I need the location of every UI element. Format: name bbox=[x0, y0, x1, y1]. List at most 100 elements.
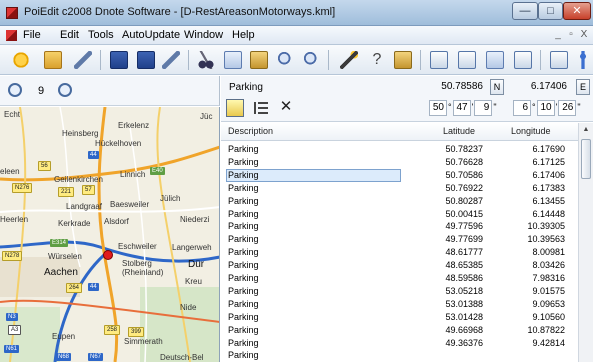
menu-edit[interactable]: Edit bbox=[60, 29, 79, 41]
maximize-button[interactable]: □ bbox=[538, 2, 563, 20]
table-row[interactable]: Parking 49.36376 9.42814 bbox=[221, 337, 578, 350]
table-row[interactable]: Parking 48.59586 7.98316 bbox=[221, 272, 578, 285]
scroll-up-icon[interactable]: ▲ bbox=[581, 125, 591, 135]
column-latitude[interactable]: Latitude bbox=[443, 126, 475, 136]
scroll-thumb[interactable] bbox=[581, 139, 591, 179]
open-folder-icon[interactable] bbox=[44, 51, 62, 69]
cell-description: Parking bbox=[228, 234, 259, 245]
horizontal-panel-icon[interactable] bbox=[430, 51, 448, 69]
map-label: Heinsberg bbox=[62, 129, 99, 138]
column-description[interactable]: Description bbox=[228, 126, 273, 136]
menu-autoupdate[interactable]: AutoUpdate bbox=[122, 29, 180, 41]
edit-point-icon[interactable] bbox=[226, 99, 244, 117]
table-row[interactable]: Parking 53.05218 9.01575 bbox=[221, 285, 578, 298]
lon-seconds-input[interactable]: 26 bbox=[558, 100, 577, 116]
menu-tools[interactable]: Tools bbox=[88, 29, 114, 41]
wand-icon[interactable] bbox=[340, 51, 358, 69]
lat-seconds-input[interactable]: 9 bbox=[474, 100, 493, 116]
edit-icon[interactable] bbox=[74, 51, 92, 69]
table-row[interactable]: Parking 50.76628 6.17125 bbox=[221, 156, 578, 169]
map-label: Nide bbox=[180, 303, 197, 312]
poi-list[interactable]: Description Latitude Longitude Parking 50… bbox=[221, 123, 578, 362]
map-label: Stolberg (Rheinland) bbox=[122, 259, 164, 277]
table-row[interactable]: Parking 50.76922 6.17383 bbox=[221, 182, 578, 195]
cell-longitude: 10.39563 bbox=[527, 234, 565, 245]
delete-icon[interactable]: ✕ bbox=[278, 99, 294, 115]
road-badge: N3 bbox=[6, 313, 18, 321]
menu-window[interactable]: Window bbox=[184, 29, 223, 41]
table-row[interactable]: Parking 49.77699 10.39563 bbox=[221, 233, 578, 246]
map-view[interactable]: Echt Erkelenz Heinsberg Hückelhoven elee… bbox=[0, 107, 220, 362]
mdi-restore-button[interactable]: ▫ bbox=[565, 29, 577, 41]
save-as-icon[interactable] bbox=[137, 51, 155, 69]
lat-degrees-input[interactable]: 50 bbox=[429, 100, 447, 116]
find-icon[interactable] bbox=[277, 51, 295, 69]
lon-minutes-input[interactable]: 10 bbox=[536, 100, 555, 116]
north-south-button[interactable]: N bbox=[490, 79, 504, 95]
table-row[interactable]: Parking 50.00415 6.14448 bbox=[221, 208, 578, 221]
toolbar-separator bbox=[540, 50, 541, 70]
info-icon[interactable] bbox=[574, 51, 592, 69]
latitude-input[interactable]: 50.78586 bbox=[429, 80, 487, 96]
save-edit-icon[interactable] bbox=[162, 51, 180, 69]
window-icon[interactable] bbox=[514, 51, 532, 69]
cell-longitude: 6.14448 bbox=[532, 208, 565, 219]
minimize-button[interactable]: — bbox=[512, 2, 538, 20]
zoom-level: 9 bbox=[38, 85, 45, 97]
map-pin-icon[interactable] bbox=[103, 250, 113, 260]
copy-icon[interactable] bbox=[224, 51, 242, 69]
cut-icon[interactable] bbox=[197, 51, 215, 69]
road-badge: E40 bbox=[150, 167, 165, 175]
cell-description: Parking bbox=[228, 208, 259, 219]
clipboard-icon[interactable] bbox=[394, 51, 412, 69]
lon-degrees-input[interactable]: 6 bbox=[513, 100, 531, 116]
cell-longitude: 6.17690 bbox=[532, 144, 565, 154]
app-icon[interactable] bbox=[6, 7, 18, 19]
map-label: Eupen bbox=[52, 332, 76, 341]
close-button[interactable]: ✕ bbox=[563, 2, 591, 20]
table-row[interactable]: Parking bbox=[221, 349, 578, 362]
save-icon[interactable] bbox=[110, 51, 128, 69]
cell-latitude: 53.05218 bbox=[445, 285, 483, 296]
mdi-minimize-button[interactable]: _ bbox=[552, 29, 564, 41]
table-row[interactable]: Parking 53.01388 9.09653 bbox=[221, 298, 578, 311]
table-row[interactable]: Parking 53.01428 9.10560 bbox=[221, 311, 578, 324]
find-next-icon[interactable] bbox=[303, 51, 321, 69]
table-row[interactable]: Parking 50.70586 6.17406 bbox=[221, 168, 578, 182]
cell-description: Parking bbox=[228, 247, 259, 258]
new-icon[interactable] bbox=[12, 51, 30, 69]
column-longitude[interactable]: Longitude bbox=[511, 126, 551, 136]
cell-description: Parking bbox=[228, 337, 259, 348]
list-scrollbar[interactable]: ▲ bbox=[578, 123, 593, 362]
zoom-in-icon[interactable] bbox=[58, 83, 72, 97]
lat-minutes-input[interactable]: 47 bbox=[452, 100, 471, 116]
table-row[interactable]: Parking 49.66968 10.87822 bbox=[221, 324, 578, 337]
cell-longitude: 9.09653 bbox=[532, 298, 565, 309]
map-label: Landgraaf bbox=[66, 202, 103, 211]
name-input[interactable]: Parking bbox=[225, 80, 425, 96]
cell-longitude: 8.03426 bbox=[532, 260, 565, 271]
cell-description: Parking bbox=[228, 273, 259, 283]
mdi-close-button[interactable]: X bbox=[578, 29, 590, 41]
table-row[interactable]: Parking 50.78237 6.17690 bbox=[221, 143, 578, 156]
help-icon[interactable]: ? bbox=[368, 51, 386, 69]
menu-help[interactable]: Help bbox=[232, 29, 255, 41]
document-icon[interactable] bbox=[6, 30, 17, 41]
table-row[interactable]: Parking 49.77596 10.39305 bbox=[221, 220, 578, 233]
cell-longitude: 9.10560 bbox=[532, 311, 565, 322]
table-row[interactable]: Parking 48.61777 8.00981 bbox=[221, 246, 578, 259]
cell-description: Parking bbox=[228, 350, 259, 361]
east-west-button[interactable]: E bbox=[576, 79, 590, 95]
vertical-panel-icon[interactable] bbox=[458, 51, 476, 69]
longitude-input[interactable]: 6.17406 bbox=[509, 80, 571, 96]
table-row[interactable]: Parking 48.65385 8.03426 bbox=[221, 259, 578, 272]
toolbar-separator bbox=[100, 50, 101, 70]
menu-file[interactable]: File bbox=[23, 29, 41, 41]
zoom-out-icon[interactable] bbox=[8, 83, 22, 97]
layers-icon[interactable] bbox=[486, 51, 504, 69]
paste-icon[interactable] bbox=[250, 51, 268, 69]
table-row[interactable]: Parking 50.80287 6.13455 bbox=[221, 195, 578, 208]
tree-icon[interactable] bbox=[254, 102, 268, 114]
cell-latitude: 48.59586 bbox=[445, 273, 483, 283]
database-icon[interactable] bbox=[550, 51, 568, 69]
